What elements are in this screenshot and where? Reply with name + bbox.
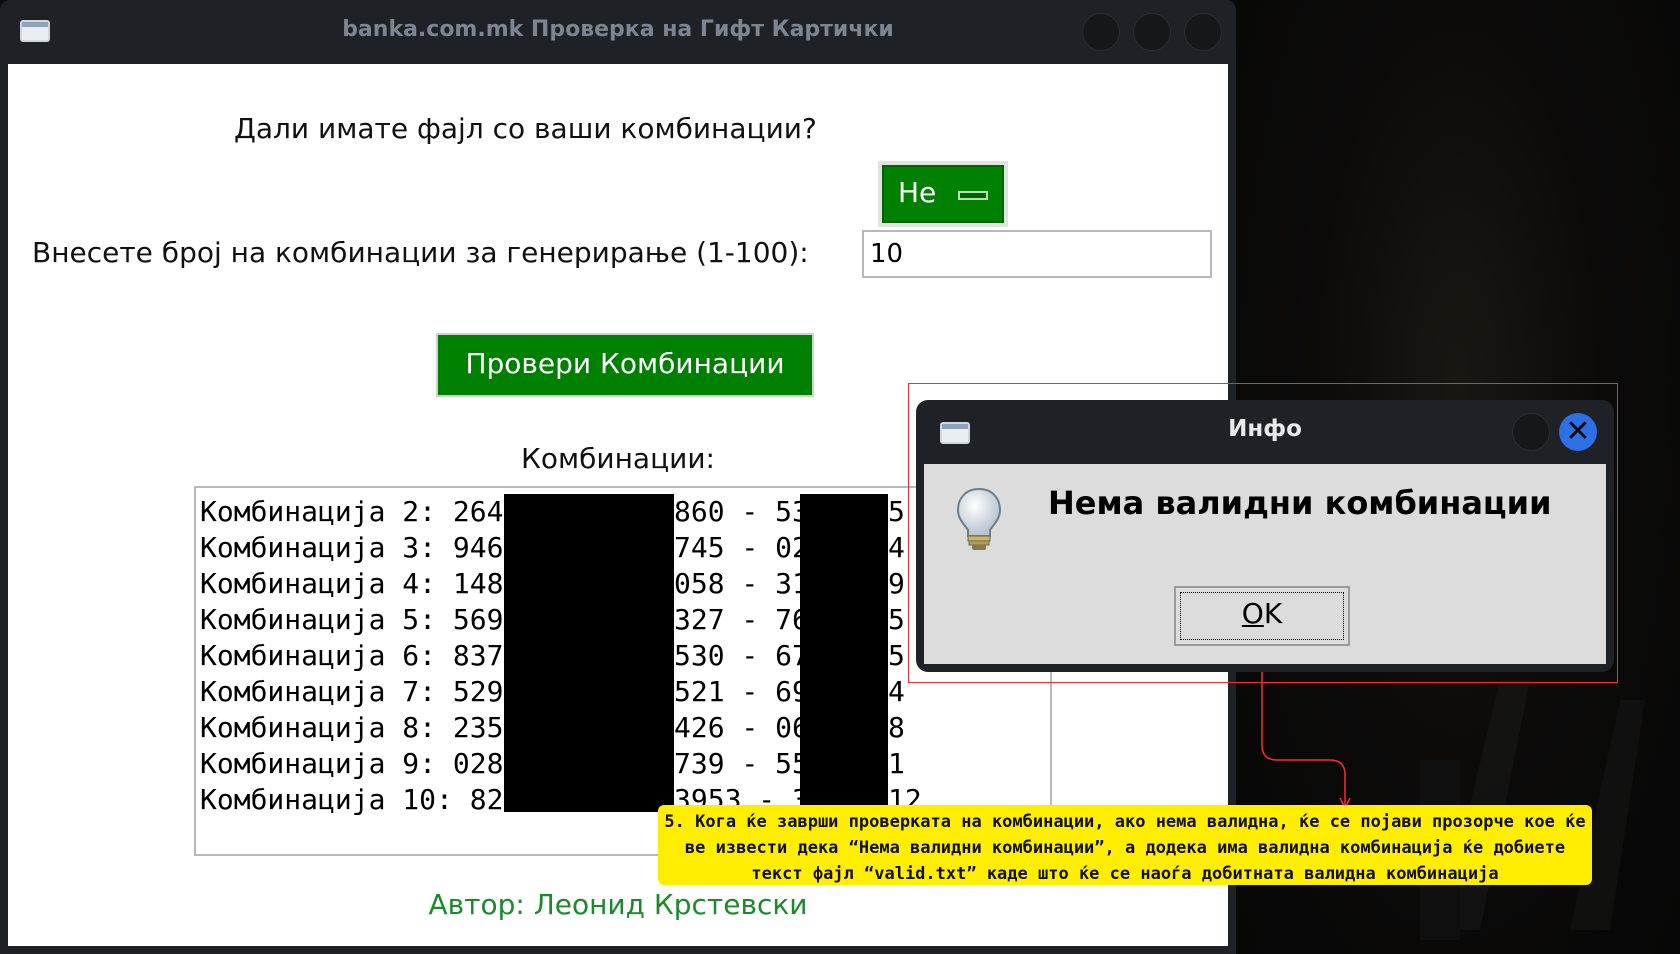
annotation-note: 5. Кога ќе заврши проверката на комбинац…: [658, 805, 1592, 885]
